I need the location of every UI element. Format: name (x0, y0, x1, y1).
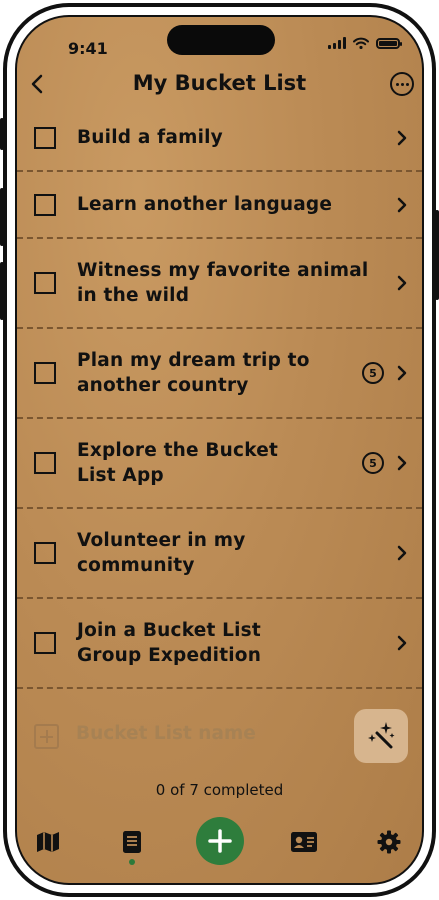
battery-icon (376, 37, 402, 49)
checkbox[interactable] (34, 632, 56, 654)
completion-progress-text: 0 of 7 completed (155, 781, 284, 799)
add-icon (208, 829, 232, 853)
wifi-icon (353, 37, 369, 49)
list-item[interactable]: Learn another language (17, 172, 422, 239)
header: My Bucket List (17, 69, 422, 109)
chevron-right-icon (397, 635, 407, 651)
bucket-list-name-input[interactable] (76, 723, 346, 744)
checkbox[interactable] (34, 542, 56, 564)
tab-lists[interactable] (117, 827, 147, 857)
ellipsis-dot (405, 82, 409, 86)
bucket-list: Build a family Learn another language Wi… (17, 105, 422, 689)
tab-settings[interactable] (374, 827, 404, 857)
chevron-right-icon (397, 455, 407, 471)
page-title: My Bucket List (132, 71, 307, 95)
cellular-signal-icon (328, 37, 346, 49)
checkbox[interactable] (34, 272, 56, 294)
list-item[interactable]: Join a Bucket List Group Expedition (17, 599, 422, 689)
new-list-row (17, 709, 422, 765)
status-icons (328, 37, 402, 49)
sub-item-count-badge: 5 (362, 362, 384, 384)
gear-icon (377, 830, 401, 854)
checkbox[interactable] (34, 193, 56, 216)
checkbox[interactable] (34, 126, 56, 149)
tab-profile[interactable] (289, 827, 319, 857)
list-item[interactable]: Plan my dream trip to another country 5 (17, 329, 422, 419)
list-item[interactable]: Build a family (17, 105, 422, 172)
chevron-right-icon (397, 197, 407, 212)
app-screen: 9:41 My Bucket List Build a family Learn… (15, 15, 424, 885)
tab-map[interactable] (33, 827, 63, 857)
item-label: Learn another language (77, 194, 333, 215)
ellipsis-dot (400, 82, 404, 86)
list-item[interactable]: Witness my favorite animal in the wild (17, 239, 422, 329)
item-label: Join a Bucket List Group Expedition (77, 620, 262, 666)
chevron-right-icon (397, 365, 407, 381)
checkbox[interactable] (34, 362, 56, 384)
magic-wand-button[interactable] (354, 709, 408, 763)
item-label: Explore the Bucket List App (77, 440, 279, 486)
checkbox[interactable] (34, 452, 56, 474)
profile-card-icon (291, 832, 317, 852)
sub-item-count-badge: 5 (362, 452, 384, 474)
item-label: Plan my dream trip to another country (77, 350, 310, 396)
magic-wand-icon (368, 722, 395, 749)
tab-bar (17, 817, 422, 873)
status-time: 9:41 (68, 39, 108, 58)
item-label: Volunteer in my community (77, 530, 246, 576)
add-square-icon[interactable] (34, 724, 59, 749)
list-item[interactable]: Volunteer in my community (17, 509, 422, 599)
chevron-right-icon (397, 130, 407, 145)
dynamic-island (167, 25, 275, 55)
item-label: Build a family (77, 127, 223, 148)
chevron-right-icon (397, 545, 407, 561)
chevron-right-icon (397, 275, 407, 291)
status-bar: 9:41 (17, 17, 422, 65)
map-icon (37, 832, 59, 852)
more-options-button[interactable] (390, 72, 414, 96)
item-label: Witness my favorite animal in the wild (77, 260, 369, 306)
list-icon (123, 831, 141, 853)
ellipsis-dot (395, 82, 399, 86)
list-item[interactable]: Explore the Bucket List App 5 (17, 419, 422, 509)
active-tab-indicator (129, 859, 135, 865)
add-button[interactable] (196, 817, 244, 865)
